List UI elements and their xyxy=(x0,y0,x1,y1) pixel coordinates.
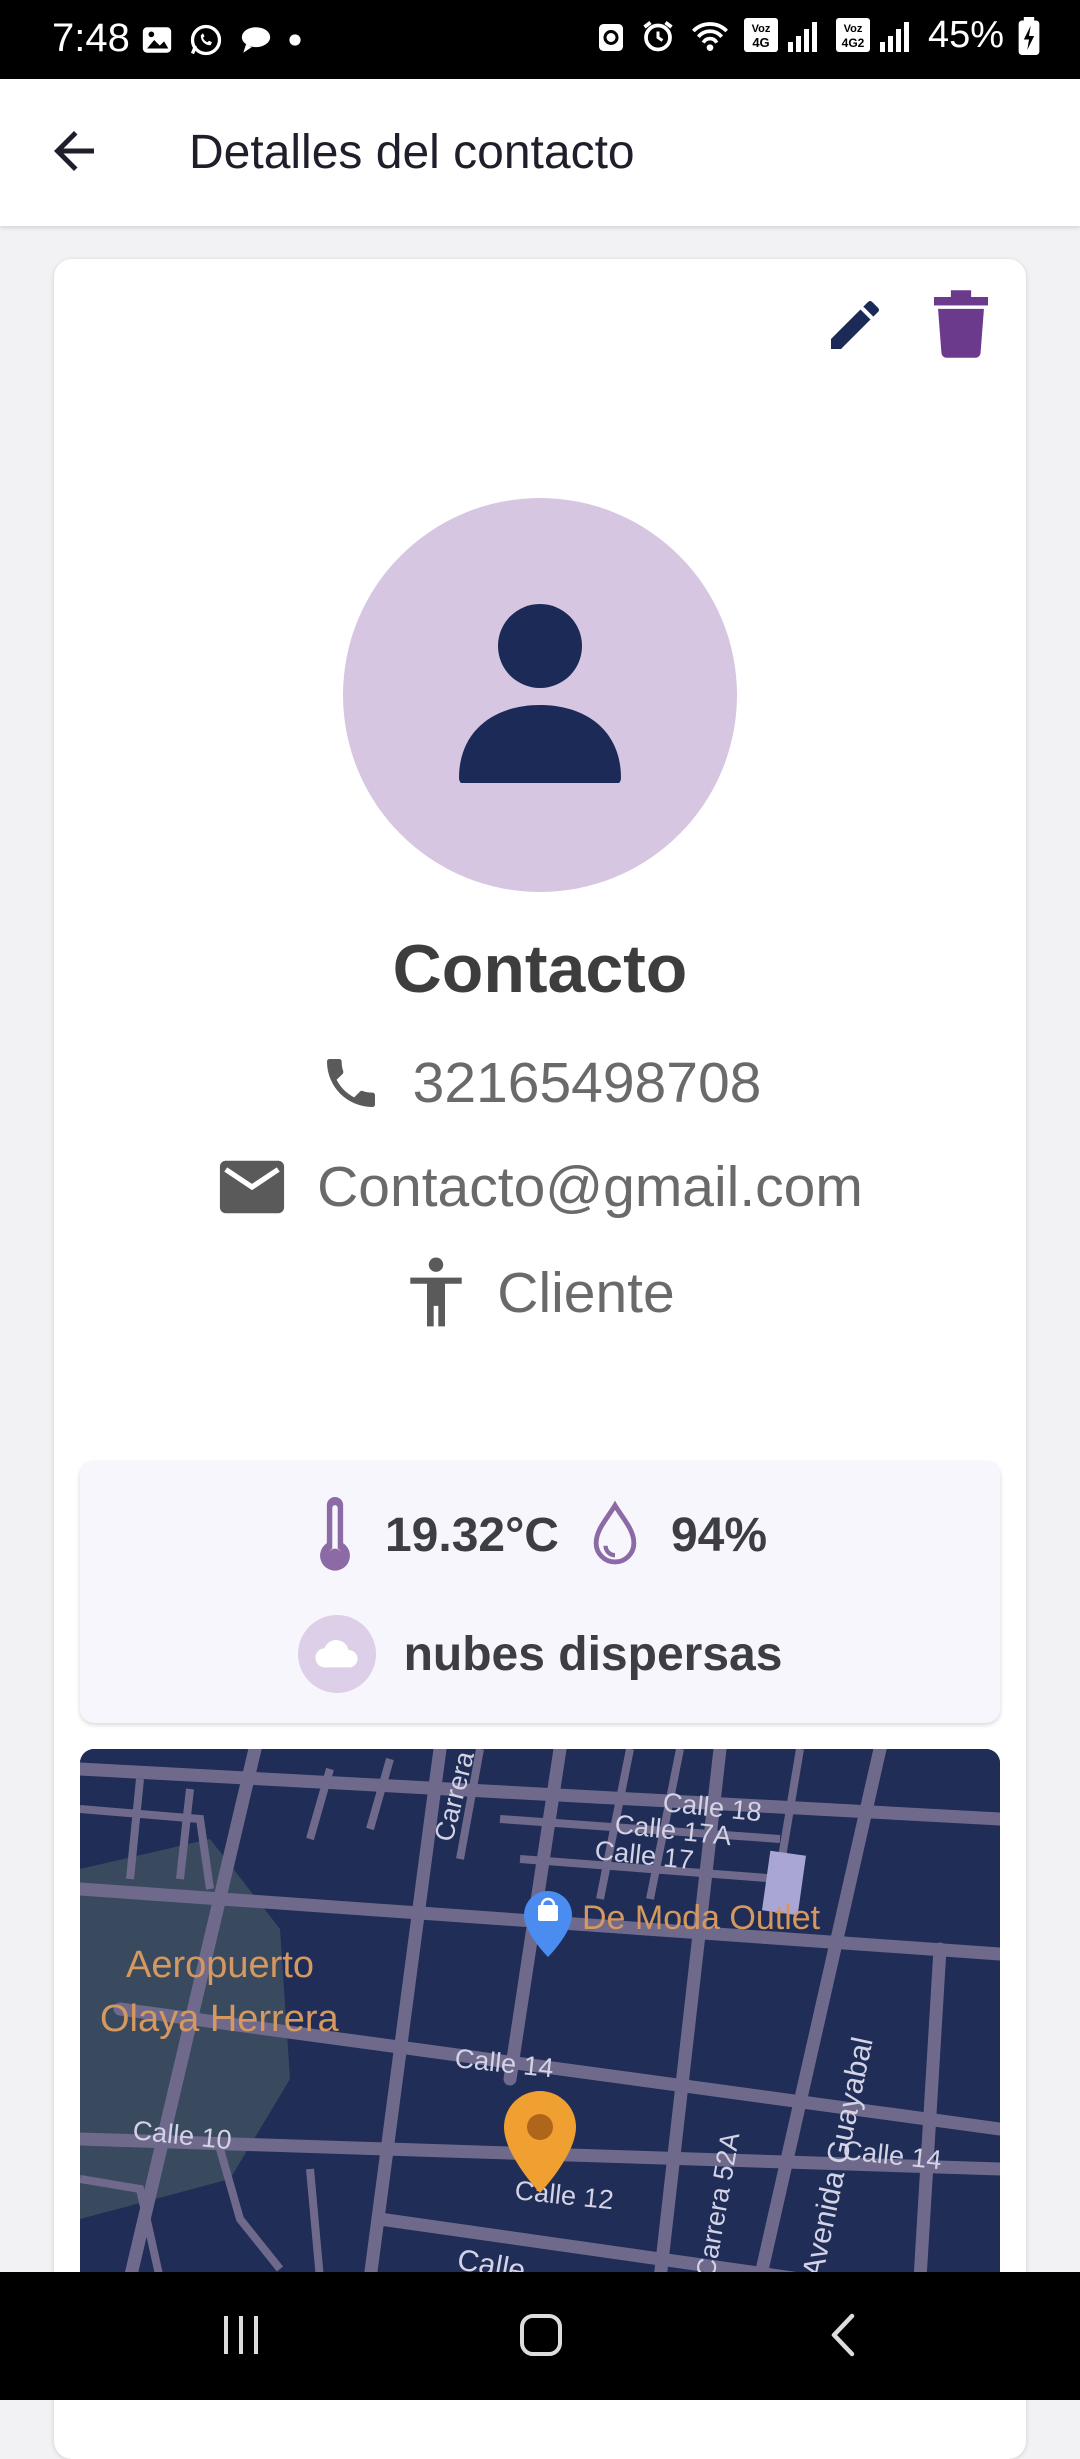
weather-metrics: 19.32°C 94% xyxy=(80,1497,1000,1573)
temperature-value: 19.32°C xyxy=(384,1508,559,1562)
battery-charging-icon xyxy=(1018,16,1040,55)
pencil-icon xyxy=(831,300,880,349)
weather-description: nubes dispersas xyxy=(403,1627,783,1681)
phone-number: 32165498708 xyxy=(412,1051,762,1115)
phone-icon xyxy=(326,1059,375,1107)
signal-4g2-icon: Voz 4G2 xyxy=(835,17,909,52)
notification-icons xyxy=(140,22,302,58)
navigation-bar xyxy=(0,2272,1080,2400)
edit-button[interactable] xyxy=(823,293,887,357)
email-address: Contacto@gmail.com xyxy=(317,1155,863,1219)
person-icon xyxy=(459,604,621,783)
recent-apps-icon[interactable] xyxy=(220,2314,262,2356)
gallery-icon xyxy=(142,27,172,53)
map-label-airport-name: Olaya Herrera xyxy=(100,1998,339,2040)
back-button[interactable] xyxy=(44,121,104,181)
svg-text:4G: 4G xyxy=(752,35,769,50)
dot-icon xyxy=(289,34,301,46)
app-bar: Detalles del contacto xyxy=(0,79,1080,226)
weather-card: 19.32°C 94% nubes dispersas xyxy=(80,1461,1000,1723)
cloud-icon xyxy=(297,1615,376,1693)
avatar xyxy=(343,498,737,892)
mail-icon xyxy=(220,1160,285,1214)
delete-button[interactable] xyxy=(934,290,988,358)
status-bar: 7:48 Voz 4G Voz 4G2 45% xyxy=(0,0,1080,79)
map-label-airport: Aeropuerto xyxy=(126,1944,314,1986)
svg-text:4G2: 4G2 xyxy=(842,36,865,50)
thermometer-icon xyxy=(320,1497,350,1571)
arrow-back-icon xyxy=(54,131,94,171)
whatsapp-icon xyxy=(190,24,222,56)
wifi-icon xyxy=(691,21,728,51)
chat-icon xyxy=(241,27,271,53)
alarm-icon xyxy=(643,20,673,51)
status-time: 7:48 xyxy=(52,16,130,60)
svg-text:Voz: Voz xyxy=(844,23,863,35)
humidity-drop-icon xyxy=(593,1500,637,1565)
system-icons: Voz 4G Voz 4G2 45% xyxy=(596,14,1040,57)
map-canvas: Calle 18 Calle 17A Calle 17 Carrera De M… xyxy=(80,1749,1000,2279)
weather-description-row: nubes dispersas xyxy=(80,1615,1000,1693)
humidity-value: 94% xyxy=(670,1508,768,1562)
type-row: Cliente xyxy=(0,1257,1080,1329)
email-row: Contacto@gmail.com xyxy=(0,1154,1080,1220)
sync-icon xyxy=(598,23,623,51)
signal-4g-icon: Voz 4G xyxy=(743,17,817,52)
accessibility-icon xyxy=(410,1257,462,1327)
svg-text:Voz: Voz xyxy=(752,23,771,35)
phone-row: 32165498708 xyxy=(0,1050,1080,1116)
contact-name: Contacto xyxy=(392,931,688,1007)
map-view[interactable]: Calle 18 Calle 17A Calle 17 Carrera De M… xyxy=(80,1749,1000,2279)
map-label-outlet: De Moda Outlet xyxy=(582,1899,821,1937)
battery-percent: 45% xyxy=(927,14,1004,56)
home-icon[interactable] xyxy=(518,2312,564,2358)
back-nav-icon[interactable] xyxy=(828,2312,858,2358)
contact-type: Cliente xyxy=(497,1261,675,1325)
trash-icon xyxy=(934,290,988,358)
page-title: Detalles del contacto xyxy=(189,126,635,179)
